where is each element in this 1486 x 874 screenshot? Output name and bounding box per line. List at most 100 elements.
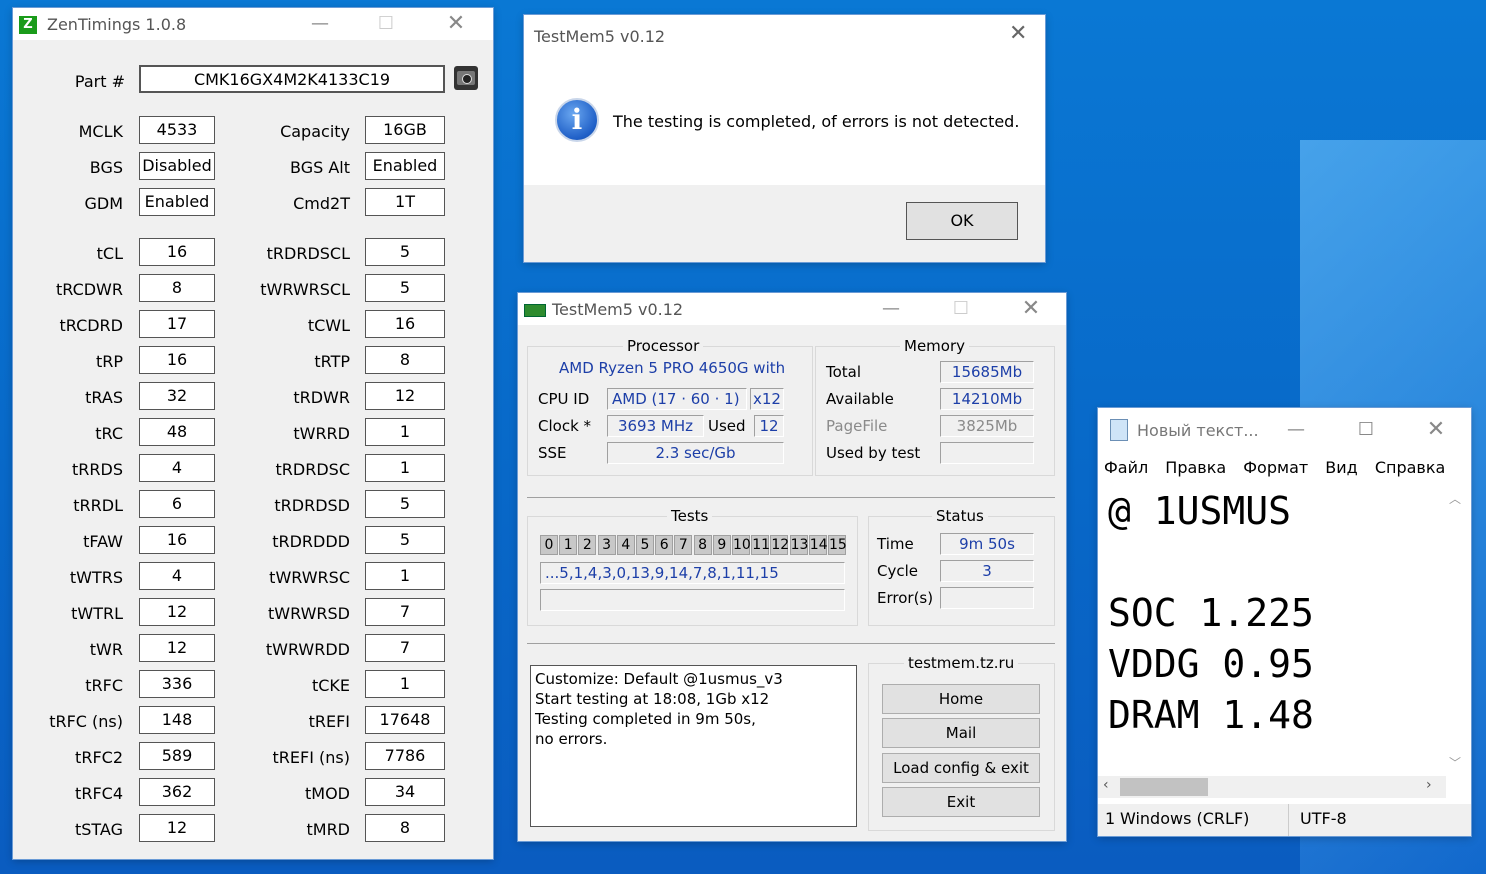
test-cell: 2 [578, 535, 597, 555]
timing-label: tRCDRD [59, 316, 123, 335]
test-cell: 1 [559, 535, 578, 555]
close-icon[interactable]: ✕ [1413, 414, 1459, 446]
timing-label: tREFI [308, 712, 350, 731]
timing-label: BGS Alt [290, 158, 350, 177]
used-by-test-field [940, 442, 1034, 464]
timing-value: 5 [365, 490, 445, 518]
total-label: Total [826, 363, 862, 381]
timing-label: tRRDS [72, 460, 123, 479]
window-title: ZenTimings 1.0.8 [47, 15, 187, 34]
timing-label: tWRRD [293, 424, 350, 443]
timing-value: 34 [365, 778, 445, 806]
errors-field [940, 587, 1034, 609]
timing-label: tRFC4 [75, 784, 123, 803]
notepad-titlebar[interactable]: Новый текст... — ☐ ✕ [1098, 408, 1471, 454]
timing-value: 5 [365, 526, 445, 554]
timing-value: 4 [139, 454, 215, 482]
timing-label: tRP [95, 352, 123, 371]
horizontal-scrollbar[interactable]: ‹ › [1098, 776, 1446, 798]
zentimings-titlebar[interactable]: Z ZenTimings 1.0.8 — ☐ ✕ [13, 8, 493, 40]
timing-label: tREFI (ns) [272, 748, 350, 767]
test-cell: 5 [636, 535, 654, 555]
timing-label: tRFC [85, 676, 123, 695]
timing-label: tRCDWR [55, 280, 123, 299]
menu-file[interactable]: Файл [1104, 458, 1148, 477]
dialog-body: TestMem5 v0.12 ✕ i The testing is comple… [524, 15, 1045, 185]
close-icon[interactable]: ✕ [433, 8, 479, 40]
timing-value: 12 [139, 598, 215, 626]
status-divider [1288, 804, 1289, 836]
log-textarea[interactable]: Customize: Default @1usmus_v3 Start test… [530, 665, 857, 827]
menu-help[interactable]: Справка [1375, 458, 1446, 477]
timing-value: 17 [139, 310, 215, 338]
pagefile-label: PageFile [826, 417, 888, 435]
tests-title: Tests [667, 507, 713, 525]
maximize-icon[interactable]: ☐ [1343, 414, 1389, 446]
scroll-thumb[interactable] [1120, 778, 1208, 796]
timing-value: 148 [139, 706, 215, 734]
load-config-exit-button[interactable]: Load config & exit [882, 753, 1040, 783]
site-title: testmem.tz.ru [904, 654, 1019, 672]
test-cell: 8 [693, 535, 712, 555]
scroll-right-icon[interactable]: › [1426, 777, 1432, 793]
timing-value: 16GB [365, 116, 445, 144]
separator [527, 497, 1055, 498]
vertical-scrollbar[interactable]: ︿ ﹀ [1446, 484, 1466, 776]
timing-label: tCKE [311, 676, 350, 695]
cpu-id-label: CPU ID [538, 390, 590, 408]
close-icon[interactable]: ✕ [1008, 293, 1054, 325]
test-cell: 10 [732, 535, 751, 555]
timing-label: tFAW [83, 532, 123, 551]
test-cell: 7 [674, 535, 693, 555]
menu-view[interactable]: Вид [1325, 458, 1357, 477]
part-number-field: CMK16GX4M2K4133C19 [139, 65, 445, 93]
pagefile-field: 3825Mb [940, 415, 1034, 437]
minimize-icon[interactable]: — [297, 8, 343, 40]
maximize-icon[interactable]: ☐ [363, 8, 409, 40]
scroll-up-icon[interactable]: ︿ [1449, 490, 1461, 507]
minimize-icon[interactable]: — [868, 293, 914, 325]
ram-chip-icon [524, 304, 546, 317]
timing-label: tMOD [305, 784, 350, 803]
menu-edit[interactable]: Правка [1165, 458, 1226, 477]
maximize-icon[interactable]: ☐ [938, 293, 984, 325]
minimize-icon[interactable]: — [1273, 414, 1319, 446]
menu-format[interactable]: Формат [1243, 458, 1308, 477]
timing-value: 4533 [139, 116, 215, 144]
timing-label: GDM [84, 194, 123, 213]
available-field: 14210Mb [940, 388, 1034, 410]
time-label: Time [877, 535, 914, 553]
timing-value: 32 [139, 382, 215, 410]
status-encoding: UTF-8 [1300, 809, 1347, 828]
timing-value: 6 [139, 490, 215, 518]
timing-label: tWRWRSC [269, 568, 350, 587]
timing-value: 7 [365, 634, 445, 662]
home-button[interactable]: Home [882, 684, 1040, 714]
timing-value: 4 [139, 562, 215, 590]
camera-icon[interactable] [454, 66, 478, 90]
completion-dialog: TestMem5 v0.12 ✕ i The testing is comple… [524, 15, 1045, 262]
status-eol: Windows (CRLF) [1120, 809, 1250, 828]
timing-label: tWTRL [71, 604, 123, 623]
exit-button[interactable]: Exit [882, 787, 1040, 817]
window-title: Новый текст... [1137, 421, 1259, 440]
timing-label: tRC [95, 424, 123, 443]
mail-button[interactable]: Mail [882, 718, 1040, 748]
used-field: 12 [754, 415, 784, 437]
timing-value: 12 [365, 382, 445, 410]
notepad-text-area[interactable]: @ 1USMUS SOC 1.225 VDDG 0.95 DRAM 1.48 [1108, 486, 1438, 776]
timing-value: 1 [365, 562, 445, 590]
log-line: Testing completed in 9m 50s, [535, 710, 756, 728]
scroll-left-icon[interactable]: ‹ [1103, 777, 1109, 793]
part-label: Part # [74, 72, 125, 91]
test-cell: 4 [616, 535, 635, 555]
timing-value: Enabled [139, 188, 215, 216]
timing-label: tWRWRDD [265, 640, 350, 659]
testmem-titlebar[interactable]: TestMem5 v0.12 — ☐ ✕ [518, 293, 1066, 325]
ok-button[interactable]: OK [906, 202, 1018, 240]
dialog-title: TestMem5 v0.12 [534, 27, 666, 46]
close-icon[interactable]: ✕ [1009, 21, 1027, 46]
scroll-down-icon[interactable]: ﹀ [1449, 754, 1461, 771]
notepad-icon [1110, 419, 1128, 441]
test-cell: 11 [751, 535, 771, 555]
